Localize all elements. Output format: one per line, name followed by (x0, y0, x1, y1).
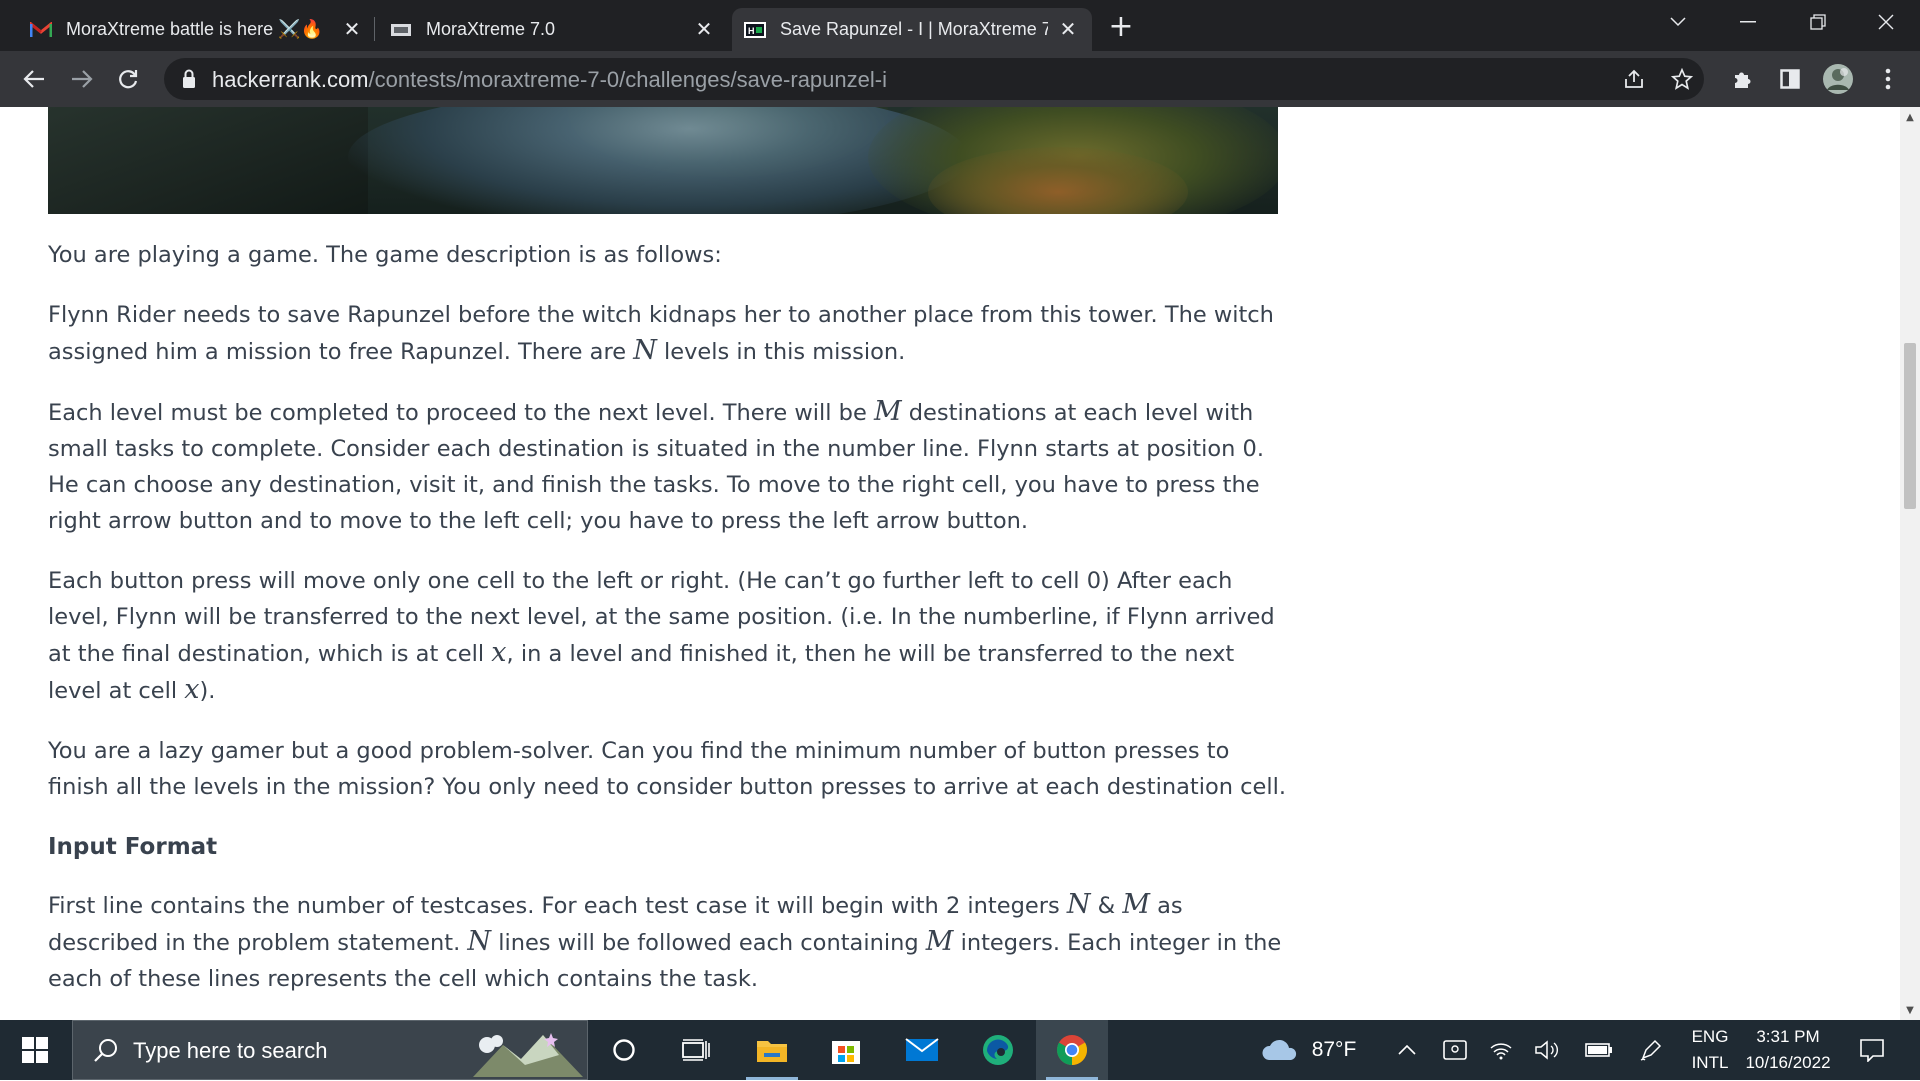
text: levels in this mission. (656, 339, 906, 365)
language-code: ENG (1691, 1027, 1729, 1046)
gmail-icon (30, 21, 52, 39)
page-scrollbar[interactable]: ▲ ▼ (1900, 107, 1920, 1020)
math-var: x (184, 674, 200, 705)
scroll-up-arrow-icon[interactable]: ▲ (1900, 107, 1920, 127)
windows-start-icon[interactable] (0, 1020, 70, 1080)
keyboard-layout: INTL (1691, 1053, 1729, 1072)
search-icon (93, 1037, 119, 1067)
tab-separator (374, 17, 375, 41)
mail-icon[interactable] (886, 1020, 958, 1080)
math-var: x (491, 637, 507, 668)
reload-icon[interactable] (110, 61, 146, 97)
microsoft-store-icon[interactable] (810, 1020, 882, 1080)
tab-title: MoraXtreme 7.0 (426, 19, 556, 39)
profile-avatar[interactable] (1820, 61, 1856, 97)
url-path: /contests/moraxtreme-7-0/challenges/save… (368, 67, 887, 92)
weather-temperature[interactable]: 87°F (1304, 1020, 1364, 1080)
close-icon[interactable]: ✕ (692, 18, 716, 42)
back-arrow-icon[interactable] (16, 61, 52, 97)
input-language[interactable]: ENG INTL (1684, 1020, 1736, 1080)
clock-time: 3:31 PM (1756, 1027, 1820, 1046)
tab-title: Save Rapunzel - I | MoraXtreme 7 (780, 19, 1048, 39)
file-explorer-icon[interactable] (736, 1020, 808, 1080)
clock-date: 10/16/2022 (1745, 1053, 1831, 1072)
page-content: You are playing a game. The game descrip… (0, 107, 1900, 1020)
text: ). (199, 678, 216, 704)
pen-icon[interactable] (1634, 1020, 1668, 1080)
address-bar[interactable]: hackerrank.com/contests/moraxtreme-7-0/c… (164, 58, 1704, 100)
browser-tab-strip: MoraXtreme battle is here ⚔️🔥 ✕ MoraXtre… (0, 0, 1920, 51)
taskbar-search-box[interactable]: Type here to search (72, 1020, 588, 1080)
task-view-icon[interactable] (660, 1020, 732, 1080)
close-icon[interactable]: ✕ (340, 18, 364, 42)
search-placeholder: Type here to search (133, 1038, 328, 1063)
wifi-icon[interactable] (1486, 1020, 1516, 1080)
lock-icon[interactable] (182, 69, 196, 89)
share-icon[interactable] (1616, 61, 1652, 97)
weather-cloud-icon[interactable] (1260, 1020, 1300, 1080)
paragraph-levels: Each level must be completed to proceed … (48, 394, 1288, 539)
cortana-icon[interactable] (588, 1020, 660, 1080)
svg-text:H: H (748, 26, 755, 36)
side-panel-icon[interactable] (1772, 61, 1808, 97)
math-var: N (1066, 889, 1091, 920)
text: & (1090, 893, 1123, 919)
math-var: N (633, 335, 657, 366)
battery-icon[interactable] (1582, 1020, 1616, 1080)
math-var: N (467, 926, 492, 957)
close-icon[interactable]: ✕ (1056, 18, 1080, 42)
tab-moraxtreme[interactable]: MoraXtreme 7.0 ✕ (378, 8, 728, 51)
paragraph-mission: Flynn Rider needs to save Rapunzel befor… (48, 297, 1288, 370)
problem-statement: You are playing a game. The game descrip… (48, 237, 1288, 1020)
window-close-icon[interactable] (1858, 0, 1914, 44)
math-var: M (1122, 889, 1150, 920)
search-highlight-icon (473, 1027, 583, 1077)
windows-taskbar: Type here to search 87°F ENG INTL 3:31 P… (0, 1020, 1920, 1080)
minimize-icon[interactable] (1720, 0, 1776, 44)
bookmark-star-icon[interactable] (1664, 61, 1700, 97)
tab-search-chevron-icon[interactable] (1650, 0, 1706, 44)
text: lines will be followed each containing (491, 930, 926, 956)
math-var: M (873, 396, 902, 427)
chrome-icon[interactable] (1036, 1020, 1108, 1080)
paragraph-question: You are a lazy gamer but a good problem-… (48, 738, 1287, 800)
url-text: hackerrank.com/contests/moraxtreme-7-0/c… (212, 67, 887, 93)
browser-toolbar: hackerrank.com/contests/moraxtreme-7-0/c… (0, 51, 1920, 107)
input-format-heading: Input Format (48, 834, 218, 860)
paragraph-button-press: Each button press will move only one cel… (48, 563, 1288, 709)
scroll-down-arrow-icon[interactable]: ▼ (1900, 1000, 1920, 1020)
volume-icon[interactable] (1532, 1020, 1562, 1080)
hackerrank-icon: H (744, 21, 766, 39)
moraxtreme-icon (390, 21, 412, 39)
notifications-icon[interactable] (1852, 1020, 1892, 1080)
forward-arrow-icon[interactable] (64, 61, 100, 97)
restore-icon[interactable] (1790, 0, 1846, 44)
paragraph-input-format: First line contains the number of testca… (48, 887, 1288, 997)
scrollbar-thumb[interactable] (1904, 343, 1916, 509)
extensions-puzzle-icon[interactable] (1725, 61, 1761, 97)
math-var: M (925, 926, 954, 957)
clock[interactable]: 3:31 PM 10/16/2022 (1738, 1020, 1838, 1080)
text: Each level must be completed to proceed … (48, 400, 874, 426)
intro-paragraph: You are playing a game. The game descrip… (48, 242, 722, 268)
tray-chevron-up-icon[interactable] (1392, 1020, 1422, 1080)
meet-now-icon[interactable] (1438, 1020, 1472, 1080)
tab-gmail[interactable]: MoraXtreme battle is here ⚔️🔥 ✕ (18, 8, 376, 51)
text: First line contains the number of testca… (48, 893, 1067, 919)
problem-banner-image (48, 107, 1278, 214)
url-host: hackerrank.com (212, 67, 369, 92)
tab-title: MoraXtreme battle is here ⚔️🔥 (66, 19, 323, 39)
tab-save-rapunzel[interactable]: H Save Rapunzel - I | MoraXtreme 7 ✕ (732, 8, 1092, 51)
menu-kebab-icon[interactable] (1870, 61, 1906, 97)
edge-icon[interactable] (962, 1020, 1034, 1080)
new-tab-button[interactable]: + (1105, 9, 1137, 44)
